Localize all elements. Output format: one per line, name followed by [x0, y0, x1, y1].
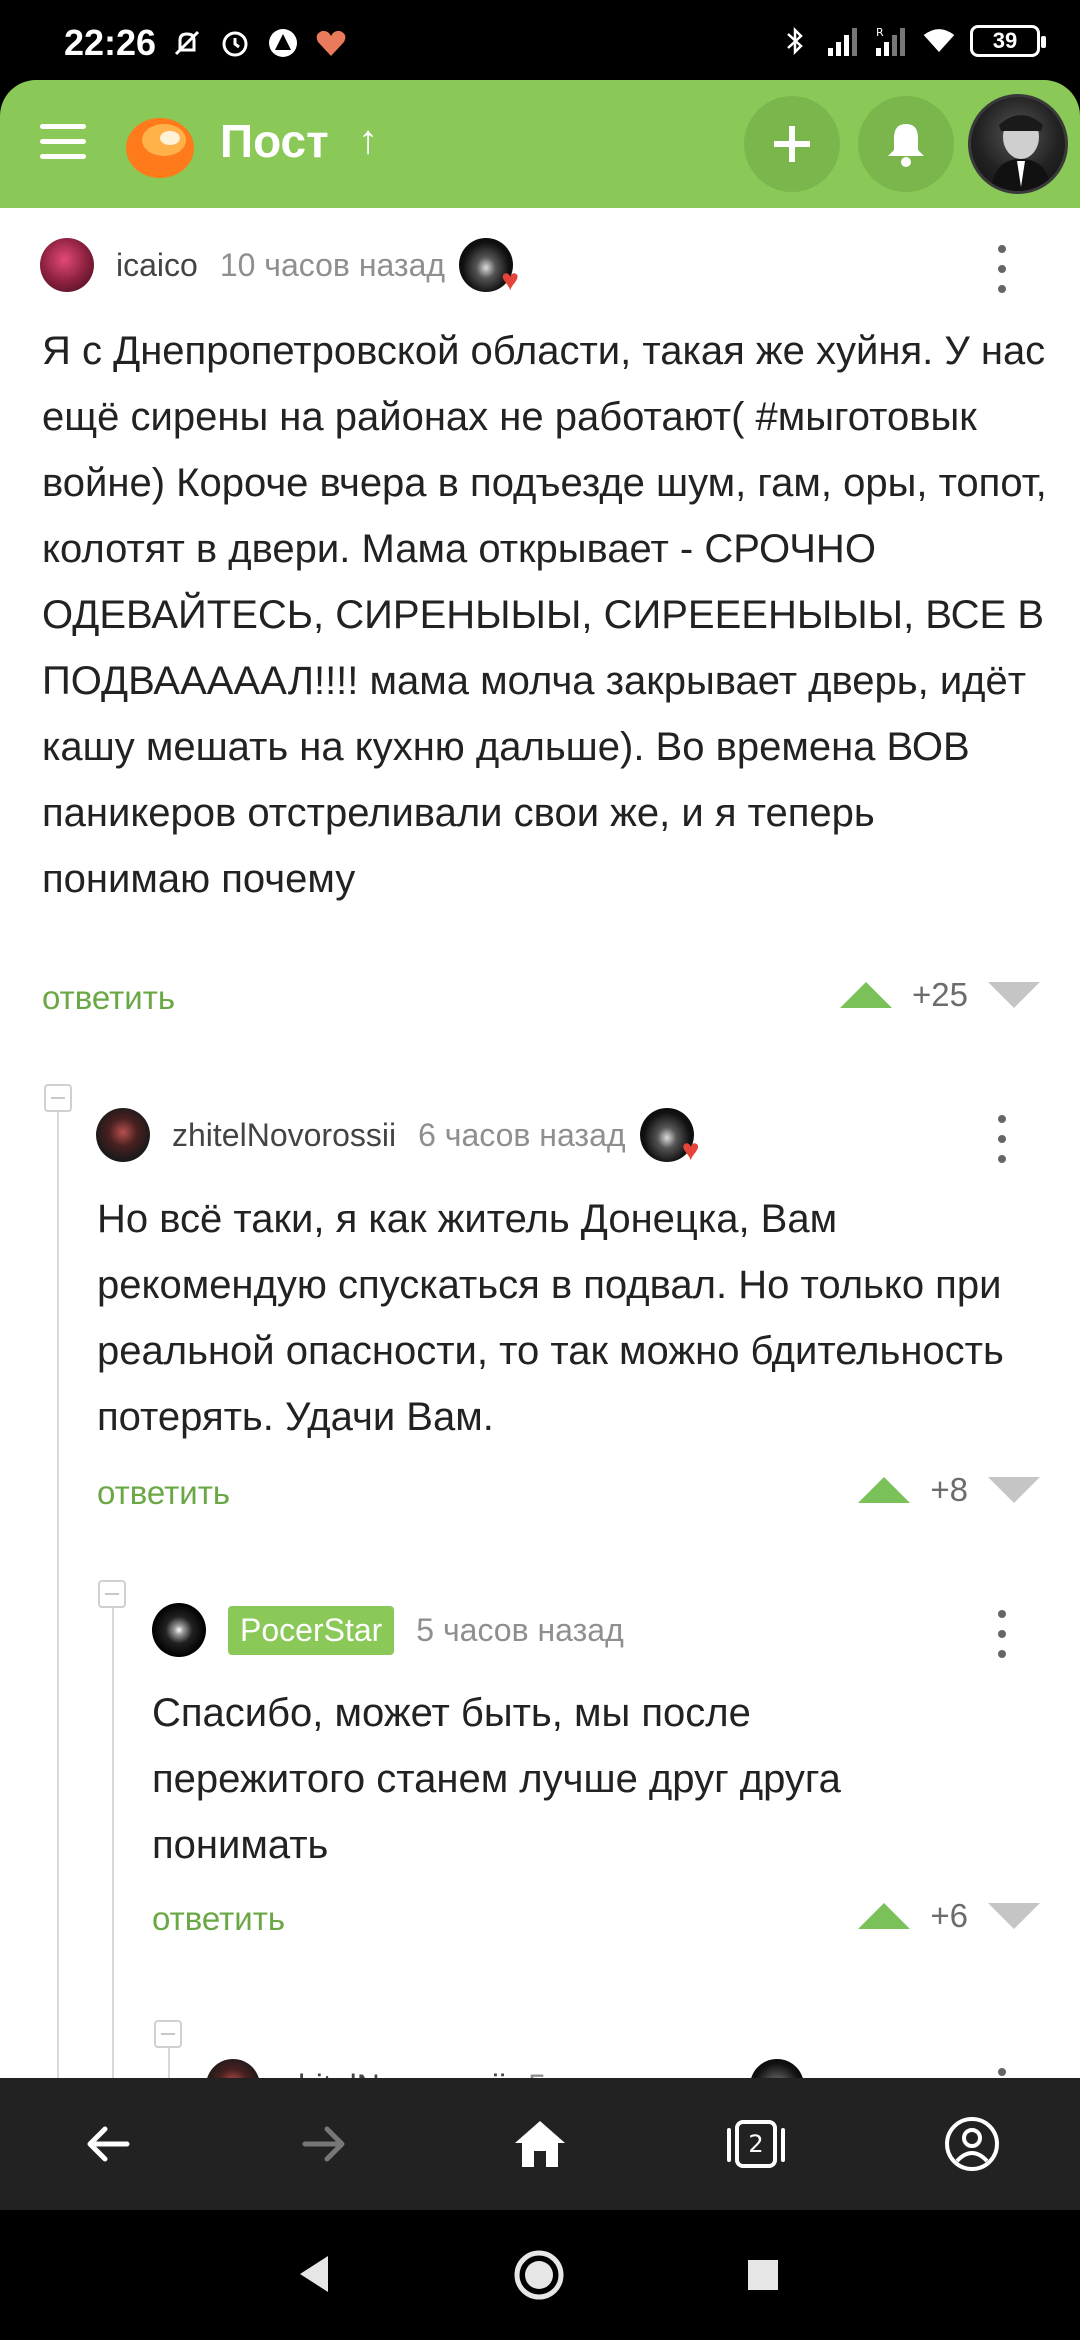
- award-icon[interactable]: ♥: [639, 1108, 700, 1166]
- upvote-icon[interactable]: [858, 1903, 911, 1929]
- app-icon: [266, 26, 300, 60]
- downvote-icon[interactable]: [988, 982, 1040, 1008]
- comment: icaico 10 часов назад ♥ Я с Днепропетров…: [0, 208, 1080, 1028]
- mute-icon: [170, 26, 204, 60]
- avatar[interactable]: [206, 2059, 260, 2078]
- forward-icon[interactable]: [279, 2099, 369, 2189]
- back-icon[interactable]: [63, 2099, 153, 2189]
- comment: PocerStar 5 часов назад Спасибо, может б…: [0, 1558, 1080, 2018]
- system-recents-icon[interactable]: [746, 2258, 780, 2297]
- comment-username[interactable]: PocerStar: [228, 1605, 395, 1655]
- wifi-icon: [922, 24, 956, 58]
- more-options-icon[interactable]: [998, 2068, 1010, 2078]
- user-avatar[interactable]: [968, 94, 1068, 194]
- award-icon[interactable]: ♥: [459, 238, 519, 296]
- tabs-count: 2: [748, 2130, 764, 2158]
- battery-icon: 39: [970, 25, 1046, 57]
- system-back-icon[interactable]: [296, 2252, 332, 2301]
- comment-score: +8: [930, 1471, 968, 1508]
- browser-toolbar: 2: [0, 2078, 1080, 2210]
- scroll-up-icon[interactable]: ↑: [358, 118, 378, 163]
- more-options-icon[interactable]: [998, 245, 1010, 293]
- comment-text: Я с Днепропетровской области, такая же х…: [42, 329, 1047, 901]
- status-time: 22:26: [64, 22, 157, 63]
- menu-icon[interactable]: [40, 124, 86, 164]
- svg-text:R: R: [876, 26, 884, 39]
- comment-text: Спасибо, может быть, мы после пережитого…: [152, 1691, 841, 1867]
- tabs-icon[interactable]: 2: [711, 2099, 801, 2189]
- notifications-button[interactable]: [858, 96, 954, 192]
- comment-username[interactable]: zhitelNovorossii: [282, 2068, 506, 2079]
- comment-username[interactable]: icaico: [116, 247, 198, 284]
- app-header: Пост ↑: [0, 79, 1080, 208]
- page-title: Пост: [220, 115, 329, 167]
- comment-text: Но всё таки, я как житель Донецка, Вам р…: [97, 1197, 1004, 1439]
- alarm-icon: [218, 26, 252, 60]
- avatar[interactable]: [96, 1108, 150, 1162]
- comment: zhitelNovorossii 6 часов назад ♥ Но всё …: [0, 1058, 1080, 1558]
- bell-icon: [888, 124, 924, 167]
- comment-time: 5 часов назад: [528, 2068, 735, 2079]
- comment-time: 6 часов назад: [418, 1116, 626, 1153]
- upvote-icon[interactable]: [858, 1477, 911, 1503]
- battery-level: 39: [992, 28, 1018, 53]
- reply-link[interactable]: ответить: [42, 979, 175, 1017]
- comment-score: +25: [912, 976, 968, 1013]
- comment-time: 10 часов назад: [219, 246, 446, 283]
- more-options-icon[interactable]: [998, 1115, 1010, 1163]
- comments-list: icaico 10 часов назад ♥ Я с Днепропетров…: [0, 208, 1080, 2078]
- more-options-icon[interactable]: [998, 1610, 1010, 1658]
- downvote-icon[interactable]: [988, 1903, 1040, 1929]
- reply-link[interactable]: ответить: [152, 1900, 285, 1938]
- avatar[interactable]: [40, 238, 94, 292]
- heart-health-icon: [314, 26, 348, 60]
- comment-username[interactable]: zhitelNovorossii: [172, 1117, 396, 1154]
- signal-roaming-icon: R: [874, 24, 908, 58]
- home-icon[interactable]: [495, 2099, 585, 2189]
- system-home-icon[interactable]: [512, 2248, 566, 2307]
- award-icon[interactable]: [749, 2059, 804, 2078]
- system-navigation-bar: [0, 2210, 1080, 2340]
- comment-score: +6: [930, 1897, 968, 1934]
- comment: zhitelNovorossii 5 часов назад: [0, 2008, 1080, 2078]
- signal-icon: [826, 24, 860, 58]
- pikabu-logo[interactable]: [118, 104, 198, 184]
- account-icon[interactable]: [927, 2099, 1017, 2189]
- upvote-icon[interactable]: [840, 982, 893, 1008]
- avatar[interactable]: [152, 1603, 206, 1657]
- status-bar: 22:26 R 39: [0, 0, 1080, 80]
- add-post-button[interactable]: [744, 96, 840, 192]
- plus-icon: [774, 126, 810, 162]
- bluetooth-icon: [778, 24, 812, 58]
- downvote-icon[interactable]: [988, 1477, 1040, 1503]
- reply-link[interactable]: ответить: [97, 1474, 230, 1512]
- comment-time: 5 часов назад: [416, 1611, 624, 1648]
